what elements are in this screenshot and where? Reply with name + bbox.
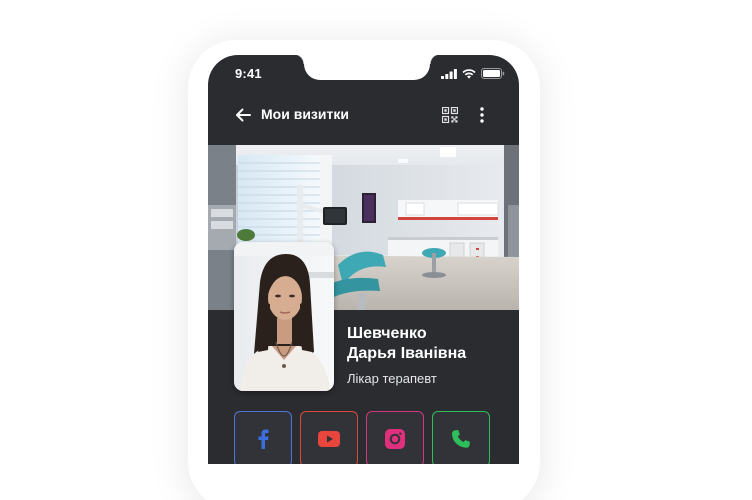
profile-photo — [234, 242, 334, 391]
battery-icon — [481, 68, 505, 79]
contact-name-line1: Шевченко — [347, 325, 427, 342]
page-title: Мои визитки — [261, 106, 349, 122]
app-bar: Мои визитки — [208, 99, 519, 131]
qr-code-icon[interactable] — [442, 107, 458, 123]
youtube-icon — [318, 431, 340, 447]
contact-name: Шевченко Дарья Іванівна — [347, 324, 517, 364]
social-links — [234, 411, 490, 464]
instagram-button[interactable] — [366, 411, 424, 464]
screen: 9:41 Мои визитки Шевченко Дарья Іванівна… — [0, 0, 752, 500]
device-notch — [294, 55, 440, 80]
phone-screen: 9:41 Мои визитки Шевченко Дарья Іванівна… — [208, 55, 519, 464]
contact-name-line2: Дарья Іванівна — [347, 345, 467, 362]
phone-icon — [452, 430, 470, 448]
wifi-icon — [462, 68, 476, 79]
status-time: 9:41 — [235, 66, 262, 81]
facebook-icon — [258, 429, 269, 449]
instagram-icon — [385, 429, 405, 449]
youtube-button[interactable] — [300, 411, 358, 464]
phone-button[interactable] — [432, 411, 490, 464]
more-vertical-icon[interactable] — [478, 106, 486, 124]
back-arrow-icon[interactable] — [234, 106, 252, 124]
facebook-button[interactable] — [234, 411, 292, 464]
contact-role: Лікар терапевт — [347, 371, 437, 386]
signal-icon — [441, 68, 457, 79]
status-icons — [441, 68, 505, 79]
